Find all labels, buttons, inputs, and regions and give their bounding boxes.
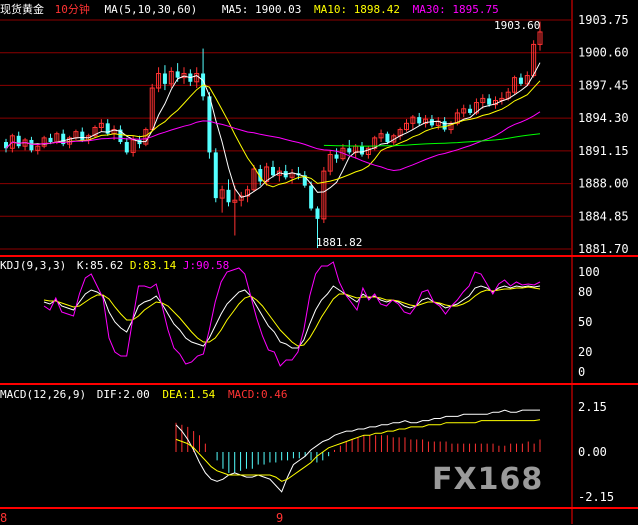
kdj-j-value: J:90.58 <box>182 259 230 272</box>
kdj-d-value: D:83.14 <box>129 259 177 272</box>
candle-body <box>207 96 212 153</box>
price-tick-label: 1881.70 <box>578 242 629 256</box>
candle-body <box>29 139 34 151</box>
kdj-k-value: K:85.62 <box>76 259 124 272</box>
candle-body <box>315 208 320 219</box>
macd-header: MACD(12,26,9) DIF:2.00 DEA:1.54 MACD:0.4… <box>0 388 288 401</box>
instrument-name: 现货黄金 <box>0 3 44 16</box>
kdj-tick-label: 100 <box>578 265 600 279</box>
candle-body <box>360 146 364 155</box>
candle-body <box>124 142 129 153</box>
date-label-9: 9 <box>276 511 284 525</box>
macd-dea-value: DEA:1.54 <box>162 388 216 401</box>
candle-body <box>213 152 218 199</box>
price-tick-label: 1897.45 <box>578 78 629 92</box>
macd-macd-value: MACD:0.46 <box>227 388 288 401</box>
candle-body <box>347 148 352 153</box>
candle-body <box>487 98 492 105</box>
ma10-value: MA10: 1898.42 <box>313 3 401 16</box>
candle-body <box>271 166 275 176</box>
kdj-header: KDJ(9,3,3) K:85.62 D:83.14 J:90.58 <box>0 259 229 272</box>
candle-body <box>442 121 447 130</box>
macd-tick-label: 0.00 <box>578 445 607 459</box>
ma-label: MA(5,10,30,60) <box>104 3 198 16</box>
candle-body <box>162 73 167 84</box>
kdj-tick-label: 50 <box>578 315 592 329</box>
price-panel <box>4 21 543 248</box>
period-label: 10分钟 <box>54 3 90 16</box>
candle-body <box>175 71 180 78</box>
candle-body <box>80 131 85 140</box>
kdj-tick-label: 80 <box>578 285 592 299</box>
watermark-logo: FX168 <box>432 462 544 497</box>
macd-dif-value: DIF:2.00 <box>96 388 150 401</box>
macd-tick-label: -2.15 <box>578 490 614 504</box>
ma30-value: MA30: 1895.75 <box>412 3 499 16</box>
high-price-label: 1903.60 <box>494 19 540 32</box>
low-price-label: 1881.82 <box>316 236 362 249</box>
kdj-d-line <box>43 286 541 347</box>
price-tick-label: 1894.30 <box>578 111 629 125</box>
candle-body <box>48 137 53 143</box>
candle-body <box>226 189 231 203</box>
kdj-panel <box>43 261 541 367</box>
price-tick-label: 1900.60 <box>578 46 629 60</box>
kdj-j-line <box>43 261 541 367</box>
kdj-label: KDJ(9,3,3) <box>0 259 67 272</box>
price-tick-label: 1884.85 <box>578 209 629 223</box>
ma5-value: MA5: 1900.03 <box>221 3 302 16</box>
candle-body <box>309 185 314 209</box>
kdj-tick-label: 0 <box>578 365 585 379</box>
candle-body <box>334 154 339 159</box>
candle-body <box>417 117 422 124</box>
date-label-8: 8 <box>0 511 8 525</box>
candle-body <box>468 108 473 113</box>
ma60-line <box>323 133 541 147</box>
kdj-k-line <box>43 285 541 349</box>
price-tick-label: 1888.00 <box>578 177 629 191</box>
price-tick-label: 1891.15 <box>578 144 629 158</box>
axis-layer: 1903.75 1900.60 1897.45 1894.30 1891.15 1888.… <box>578 13 629 504</box>
macd-tick-label: 2.15 <box>578 400 607 414</box>
candle-body <box>518 77 523 84</box>
macd-label: MACD(12,26,9) <box>0 388 87 401</box>
candle-body <box>16 135 21 147</box>
price-tick-label: 1903.75 <box>578 13 629 27</box>
price-header: 现货黄金 10分钟 MA(5,10,30,60) MA5: 1900.03 MA… <box>0 3 499 16</box>
candle-body <box>385 133 390 143</box>
kdj-tick-label: 20 <box>578 345 592 359</box>
